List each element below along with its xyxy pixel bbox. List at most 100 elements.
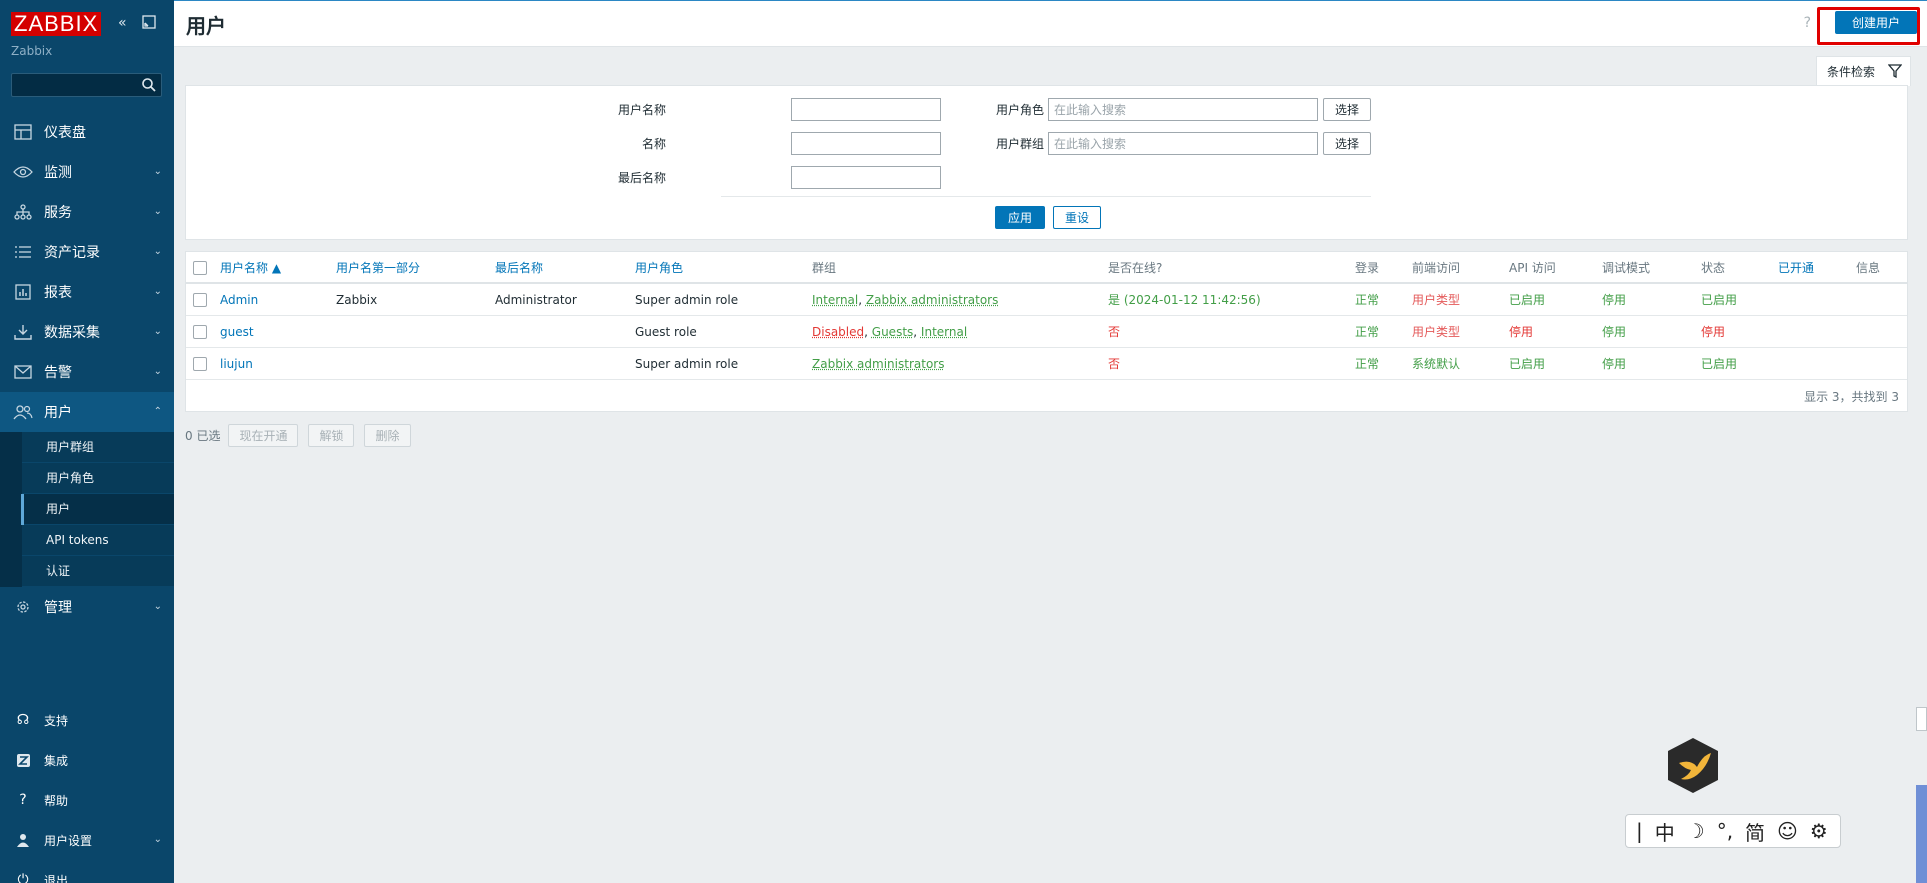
debug-cell: 停用 — [1602, 293, 1627, 307]
unblock-button[interactable]: 解锁 — [308, 423, 355, 447]
col-role[interactable]: 用户角色 — [635, 252, 683, 284]
api-cell: 已启用 — [1509, 357, 1546, 371]
provision-now-button[interactable]: 现在开通 — [228, 423, 299, 447]
submenu-authentication[interactable]: 认证 — [22, 556, 174, 587]
menu-administration[interactable]: 管理 ⌄ — [0, 587, 174, 627]
menu-dashboard[interactable]: 仪表盘 — [0, 112, 174, 152]
punctuation-icon[interactable]: °, — [1717, 819, 1733, 843]
select-all-checkbox[interactable] — [193, 261, 207, 275]
create-user-button[interactable]: 创建用户 — [1835, 11, 1917, 34]
help-icon[interactable]: ? — [1804, 15, 1811, 31]
submenu-api-tokens[interactable]: API tokens — [22, 525, 174, 556]
menu-support[interactable]: ☊ 支持 — [0, 700, 174, 740]
menu-monitoring[interactable]: 监测 ⌄ — [0, 152, 174, 192]
double-chevron-left-icon[interactable]: « — [118, 15, 127, 31]
col-info: 信息 — [1856, 261, 1881, 275]
user-role-select-button[interactable]: 选择 — [1323, 98, 1371, 121]
ime-bird-logo-icon[interactable] — [1667, 737, 1719, 794]
menu-services[interactable]: 服务 ⌄ — [0, 192, 174, 232]
login-cell[interactable]: 正常 — [1355, 348, 1379, 380]
group-link[interactable]: Internal — [812, 293, 858, 307]
submenu-users[interactable]: 用户 — [21, 494, 174, 525]
menu-users[interactable]: 用户 ⌃ — [0, 392, 174, 432]
row-checkbox[interactable] — [193, 325, 207, 339]
col-surname[interactable]: 最后名称 — [495, 252, 543, 284]
chevron-down-icon: ⌄ — [153, 366, 162, 377]
group-separator: , — [913, 325, 921, 339]
login-cell[interactable]: 正常 — [1355, 284, 1379, 316]
submenu-user-groups[interactable]: 用户群组 — [22, 432, 174, 463]
col-frontend: 前端访问 — [1412, 261, 1461, 275]
api-cell: 已启用 — [1509, 293, 1546, 307]
name-input[interactable] — [791, 132, 941, 155]
emoji-icon[interactable]: ☺ — [1777, 819, 1798, 843]
menu-help[interactable]: ? 帮助 — [0, 780, 174, 820]
group-link[interactable]: Zabbix administrators — [812, 357, 944, 371]
online-cell: 否 — [1108, 357, 1121, 371]
row-checkbox[interactable] — [193, 357, 207, 371]
chevron-down-icon: ⌄ — [153, 206, 162, 217]
status-cell[interactable]: 已启用 — [1701, 284, 1737, 316]
lastname-input[interactable] — [791, 166, 941, 189]
api-cell: 停用 — [1509, 325, 1534, 339]
reset-button[interactable]: 重设 — [1053, 206, 1101, 229]
edge-tab[interactable] — [1916, 707, 1927, 731]
logo-row: ZABBIX « — [0, 0, 174, 48]
username-input[interactable] — [791, 98, 941, 121]
search-icon[interactable] — [141, 77, 157, 93]
group-link[interactable]: Internal — [921, 325, 967, 339]
sidebar: ZABBIX « Zabbix 仪表盘 监测 ⌄ 服务 ⌄ 资产记录 ⌄ 报表 … — [0, 0, 174, 883]
online-cell: 是 (2024-01-12 11:42:56) — [1108, 293, 1261, 307]
filter-tab-label: 条件检索 — [1827, 65, 1876, 79]
ime-cursor-icon[interactable]: | — [1636, 819, 1643, 843]
scrollbar-strip[interactable] — [1916, 785, 1927, 883]
user-group-input[interactable] — [1048, 132, 1318, 155]
settings-gear-icon[interactable]: ⚙ — [1810, 819, 1828, 843]
services-icon — [12, 203, 34, 221]
menu-label: 帮助 — [44, 793, 69, 808]
menu-label: 服务 — [44, 205, 72, 221]
group-link[interactable]: Guests — [872, 325, 914, 339]
menu-integrations[interactable]: 集成 — [0, 740, 174, 780]
ime-toolbar: | 中 ☽ °, 简 ☺ ⚙ — [1625, 814, 1841, 848]
group-link[interactable]: Disabled — [812, 325, 864, 339]
sidebar-search-input[interactable] — [11, 73, 162, 97]
chevron-up-icon: ⌃ — [153, 406, 162, 417]
menu-data-collection[interactable]: 数据采集 ⌄ — [0, 312, 174, 352]
ime-simplified-button[interactable]: 简 — [1745, 817, 1765, 846]
submenu-user-roles[interactable]: 用户角色 — [22, 463, 174, 494]
status-cell[interactable]: 已启用 — [1701, 348, 1737, 380]
delete-button[interactable]: 删除 — [364, 423, 411, 447]
ime-chinese-mode-button[interactable]: 中 — [1655, 817, 1675, 846]
col-username[interactable]: 用户名称 ▲ — [220, 252, 281, 284]
table-footer-count: 显示 3，共找到 3 — [1804, 390, 1899, 404]
username-link[interactable]: liujun — [220, 348, 253, 380]
menu-sign-out[interactable]: ⏻ 退出 — [0, 860, 174, 883]
menu-user-settings[interactable]: 用户设置 ⌄ — [0, 820, 174, 860]
user-group-select-button[interactable]: 选择 — [1323, 132, 1371, 155]
filter-tab[interactable]: 条件检索 — [1816, 56, 1911, 86]
username-link[interactable]: Admin — [220, 284, 258, 316]
col-provisioned[interactable]: 已开通 — [1778, 252, 1814, 284]
menu-label: 告警 — [44, 365, 72, 381]
menu-reports[interactable]: 报表 ⌄ — [0, 272, 174, 312]
zabbix-logo[interactable]: ZABBIX — [11, 12, 102, 36]
status-cell[interactable]: 停用 — [1701, 316, 1725, 348]
moon-icon[interactable]: ☽ — [1687, 819, 1705, 843]
help-icon: ? — [19, 792, 27, 808]
user-group-label: 用户群组 — [995, 137, 1044, 151]
chevron-down-icon: ⌄ — [153, 834, 162, 845]
group-link[interactable]: Zabbix administrators — [866, 293, 998, 307]
users-table: 用户名称 ▲ 用户名第一部分 最后名称 用户角色 群组 是否在线? 登录 前端访… — [185, 251, 1908, 412]
menu-alerts[interactable]: 告警 ⌄ — [0, 352, 174, 392]
row-checkbox[interactable] — [193, 293, 207, 307]
kiosk-mode-icon[interactable] — [142, 15, 156, 33]
power-icon: ⏻ — [17, 872, 29, 883]
apply-button[interactable]: 应用 — [995, 206, 1045, 229]
user-role-input[interactable] — [1048, 98, 1318, 121]
menu-inventory[interactable]: 资产记录 ⌄ — [0, 232, 174, 272]
login-cell[interactable]: 正常 — [1355, 316, 1379, 348]
menu-label: 数据采集 — [44, 325, 100, 341]
col-name[interactable]: 用户名第一部分 — [336, 252, 420, 284]
username-link[interactable]: guest — [220, 316, 254, 348]
